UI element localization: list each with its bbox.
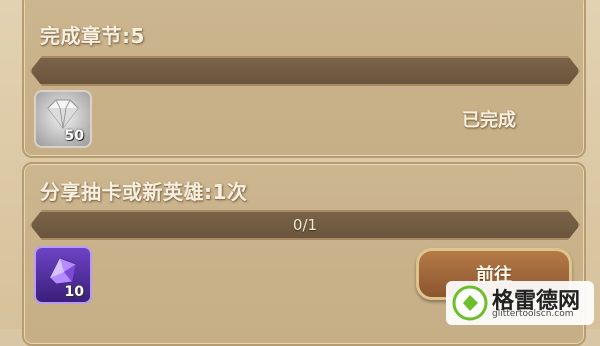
quest-status-completed: 已完成	[462, 110, 516, 131]
quest-progress-bar	[30, 56, 580, 86]
quest-progress-bar: 0/1	[30, 210, 580, 240]
reward-count: 50	[64, 128, 84, 144]
site-logo-icon	[452, 285, 488, 321]
progress-text	[32, 58, 578, 84]
quest-title: 分享抽卡或新英雄:1次	[40, 180, 248, 204]
progress-text: 0/1	[292, 216, 318, 234]
reward-count: 10	[64, 284, 84, 300]
quest-card-complete-chapters: 完成章节:5 50 已完成	[22, 0, 586, 158]
reward-item-purple-crystal[interactable]: 10	[34, 246, 92, 304]
reward-item-silver-gem[interactable]: 50	[34, 90, 92, 148]
site-url: glittertoolscn.com	[492, 309, 574, 319]
silver-gem-icon	[47, 99, 79, 129]
quest-title: 完成章节:5	[40, 24, 145, 48]
site-watermark: 格雷德网 glittertoolscn.com	[446, 281, 594, 325]
purple-crystal-icon	[49, 257, 77, 285]
